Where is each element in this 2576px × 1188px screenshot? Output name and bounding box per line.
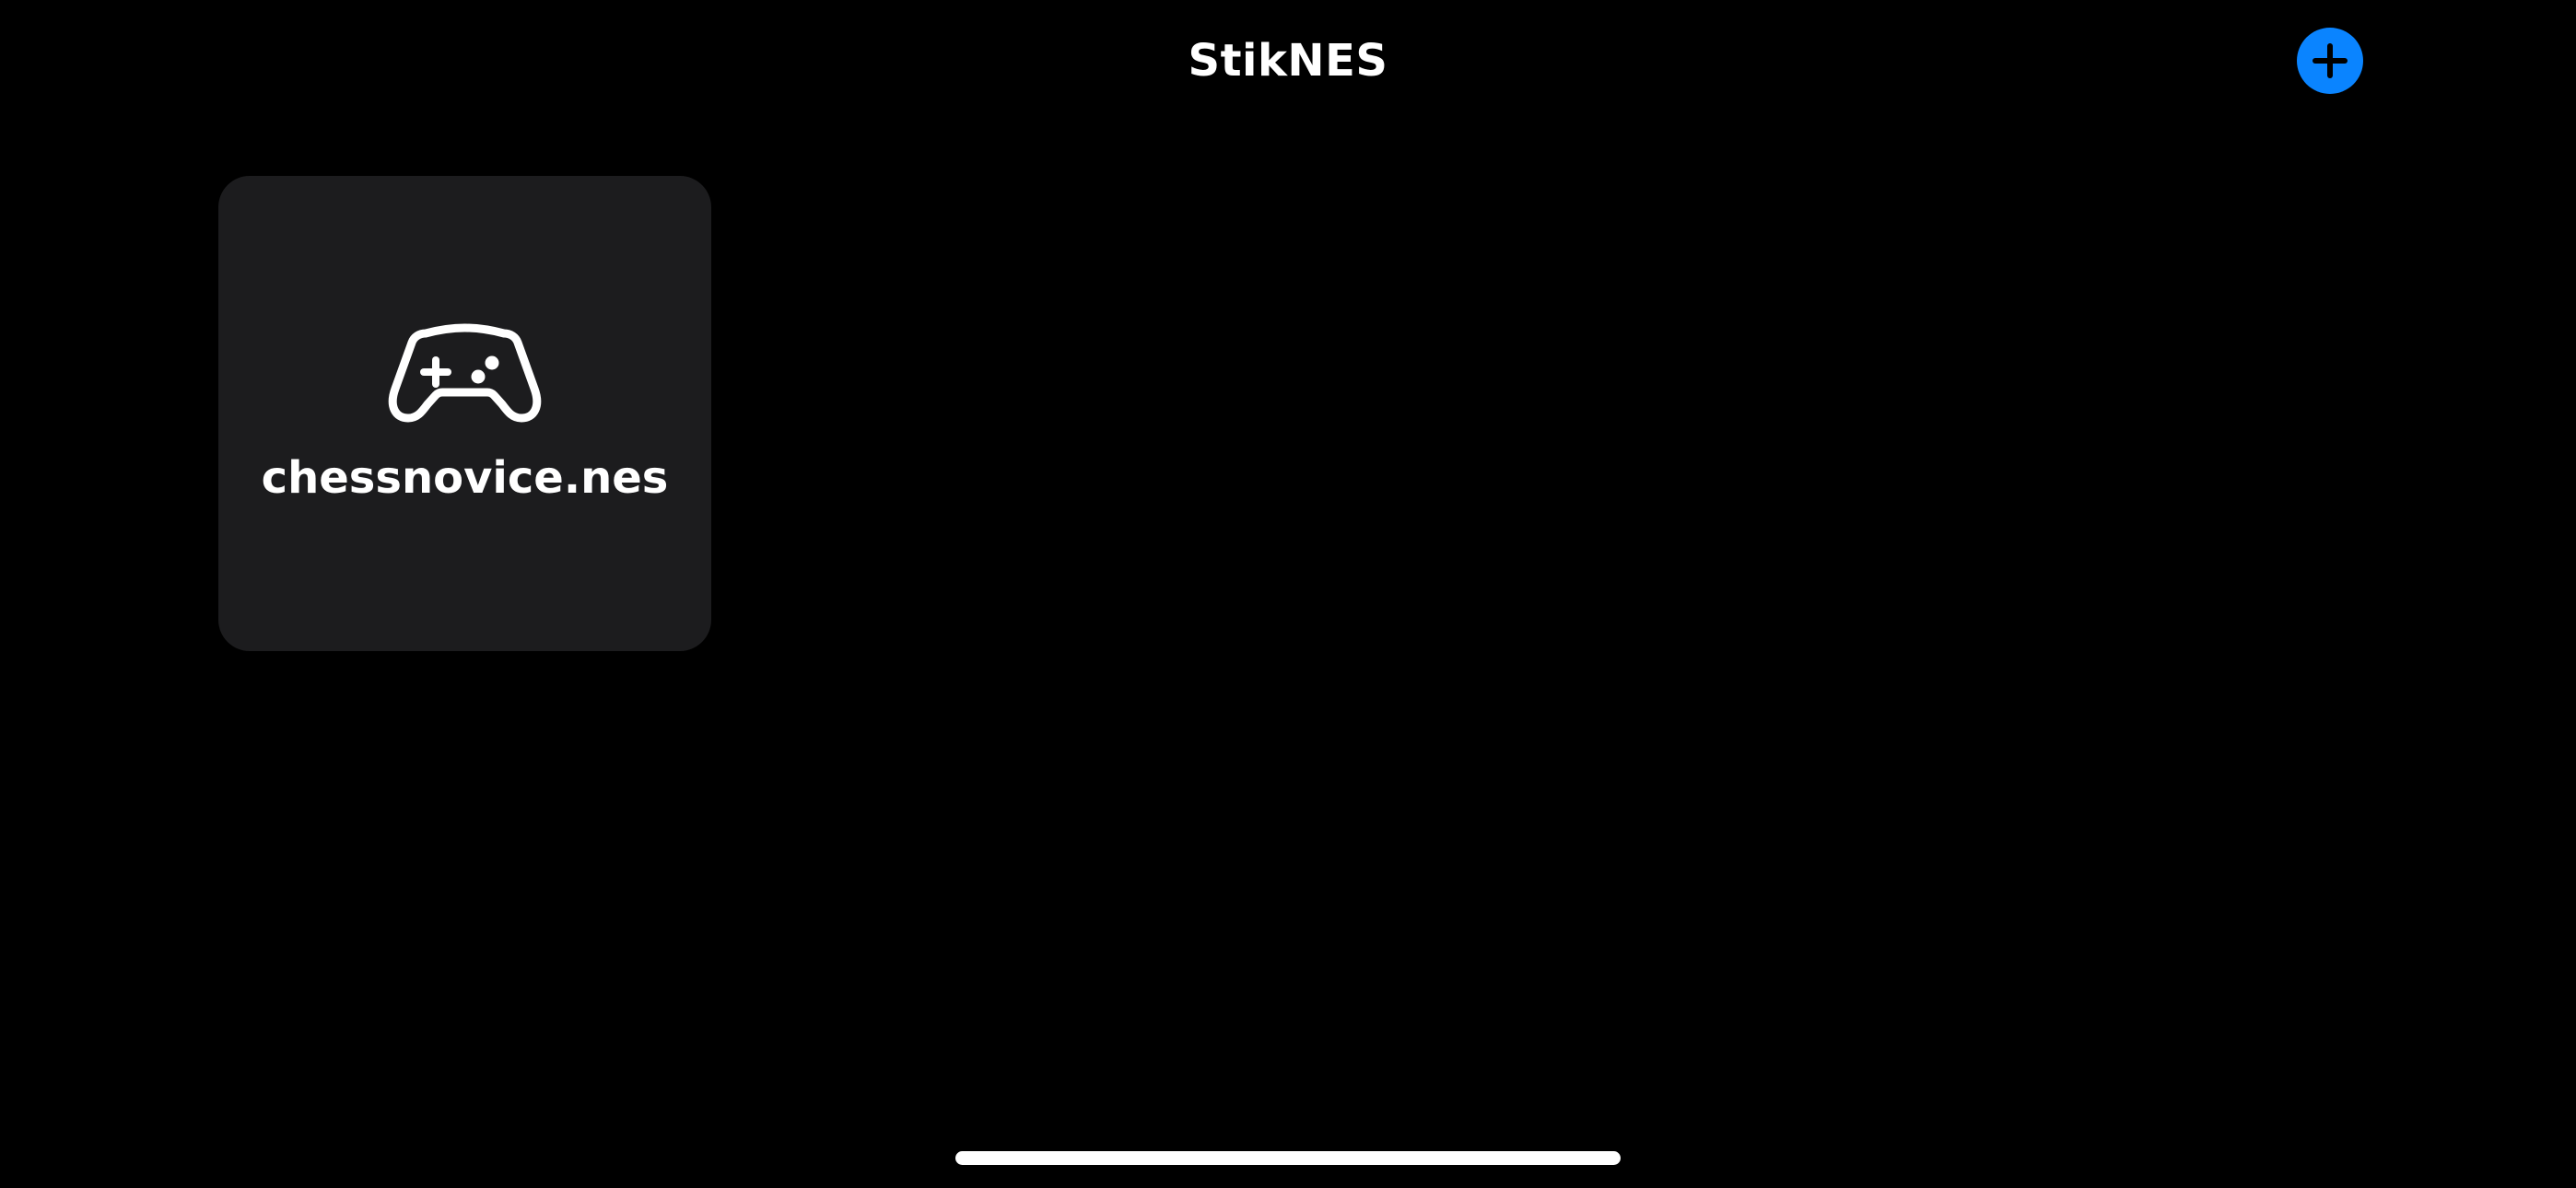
home-indicator[interactable] [955,1151,1621,1165]
app-screen: StikNES chessnovice.nes [0,0,2576,1188]
rom-tile[interactable]: chessnovice.nes [218,176,711,651]
gamecontroller-icon [384,319,545,429]
add-rom-button[interactable] [2297,28,2363,94]
plus-icon [2310,41,2350,81]
page-title: StikNES [1188,35,1388,87]
rom-name: chessnovice.nes [261,452,669,504]
